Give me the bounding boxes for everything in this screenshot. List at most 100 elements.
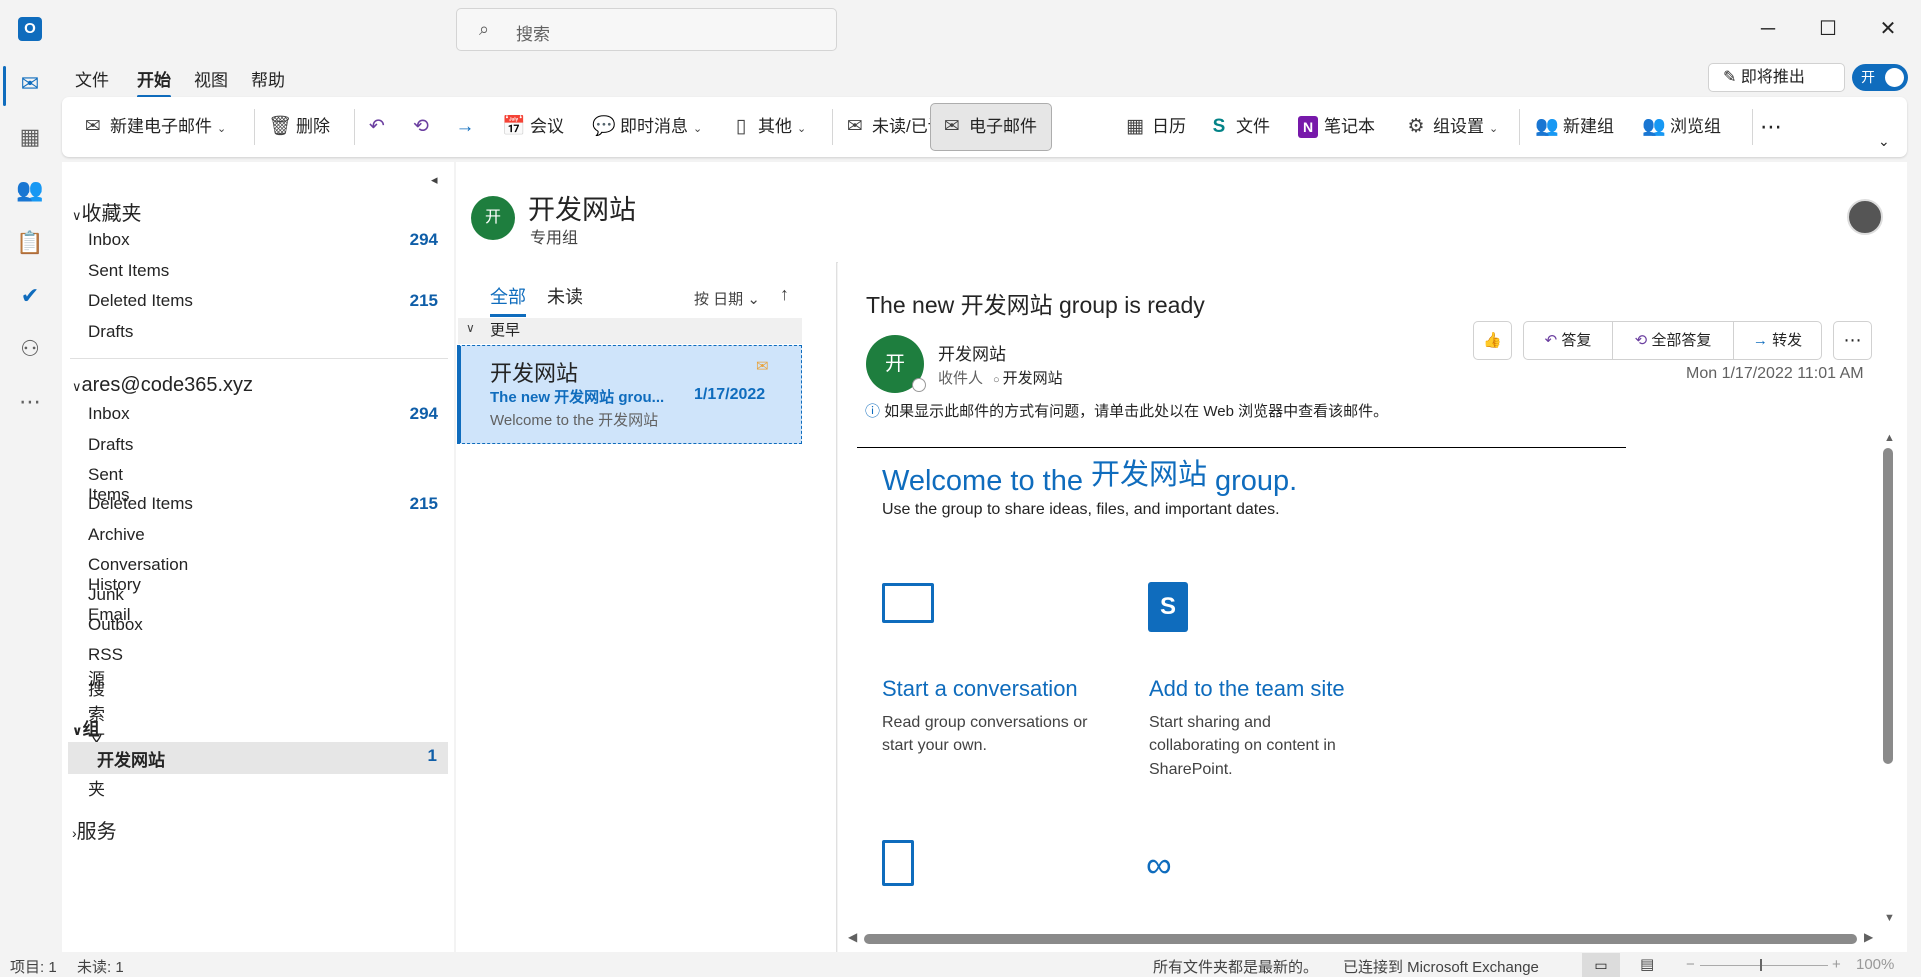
favorites-header[interactable]: ∨收藏夹	[72, 197, 142, 226]
item-count: 项目: 1	[10, 959, 57, 976]
scroll-down-arrow[interactable]: ▼	[1884, 912, 1895, 924]
unread-count: 1	[427, 746, 437, 765]
folder-item[interactable]: Inbox 294	[88, 404, 438, 424]
zoom-slider-thumb[interactable]	[1760, 959, 1762, 971]
menu-tab-help[interactable]: 帮助	[251, 66, 285, 91]
meeting-button[interactable]: 📅 会议	[502, 111, 564, 143]
scroll-right-arrow[interactable]: ▶	[1864, 930, 1873, 944]
sort-dropdown[interactable]: 按 日期 ⌄	[694, 288, 760, 309]
forward-button[interactable]: →	[454, 111, 482, 143]
folder-name: Deleted Items	[88, 494, 193, 513]
menu-tab-file[interactable]: 文件	[75, 66, 109, 91]
email-button[interactable]: ✉ 电子邮件	[930, 103, 1052, 151]
vertical-scrollbar[interactable]	[1883, 448, 1893, 764]
folder-item[interactable]: Drafts	[88, 435, 133, 455]
notebook-button[interactable]: N 笔记本	[1298, 111, 1375, 143]
normal-view-icon[interactable]: ▭	[1582, 953, 1620, 977]
mail-icon[interactable]: ✉	[14, 68, 46, 100]
reply-all-button[interactable]: ⟲	[410, 111, 438, 143]
scroll-left-arrow[interactable]: ◀	[848, 930, 857, 944]
files-button[interactable]: S 文件	[1208, 111, 1270, 143]
im-label: 即时消息	[620, 117, 688, 136]
groups-icon[interactable]: ⚇	[14, 333, 46, 365]
folder-item[interactable]: Sent Items	[88, 261, 438, 281]
people-icon[interactable]: 👥	[14, 174, 46, 206]
folder-name: Drafts	[88, 322, 134, 341]
maximize-button[interactable]: ☐	[1808, 14, 1848, 44]
folder-item[interactable]: Drafts	[88, 322, 438, 342]
notebook-label: 笔记本	[1324, 117, 1375, 136]
folder-name: Drafts	[88, 435, 134, 454]
group-type: 专用组	[530, 230, 579, 247]
add-team-site-link[interactable]: Add to the team site	[1149, 676, 1345, 702]
reply-all-button[interactable]: ⟲ 全部答复	[1612, 321, 1734, 360]
forward-button[interactable]: → 转发	[1733, 321, 1822, 360]
ribbon-divider	[1752, 109, 1753, 145]
new-group-button[interactable]: 👥 新建组	[1535, 111, 1614, 143]
group-item[interactable]: 开发网站 1	[97, 746, 437, 771]
sharepoint-icon: S	[1148, 582, 1188, 632]
groups-header[interactable]: ∨组	[72, 715, 100, 740]
folder-item[interactable]: Deleted Items 215	[88, 291, 438, 311]
reply-button[interactable]: ↶ 答复	[1523, 321, 1613, 360]
search-box[interactable]: ⌕ 搜索	[456, 8, 837, 51]
browse-groups-button[interactable]: 👥 浏览组	[1642, 111, 1721, 143]
more-actions-button[interactable]: ⋯	[1833, 321, 1872, 360]
tasks-icon[interactable]: 📋	[14, 227, 46, 259]
more-apps-icon[interactable]: ⋯	[14, 386, 46, 418]
delete-button[interactable]: 🗑 删除	[268, 111, 330, 143]
coming-soon-button[interactable]: ✎ 即将推出	[1708, 63, 1845, 92]
todo-icon[interactable]: ✔	[14, 280, 46, 312]
services-header[interactable]: ›服务	[72, 815, 117, 844]
folder-item[interactable]: Inbox 294	[88, 230, 438, 250]
sort-direction-icon[interactable]: ↑	[780, 284, 789, 305]
tab-unread[interactable]: 未读	[547, 283, 583, 309]
horizontal-scrollbar[interactable]	[864, 934, 1857, 944]
new-email-button[interactable]: ✉ 新建电子邮件 ⌄	[82, 111, 226, 143]
ribbon-divider	[832, 109, 833, 145]
chevron-down-icon: ∨	[72, 379, 82, 394]
collapse-pane-icon[interactable]: ◂	[431, 172, 438, 188]
tab-all[interactable]: 全部	[490, 283, 526, 317]
groups-title: 组	[82, 720, 100, 739]
menu-tab-view[interactable]: 视图	[194, 66, 228, 91]
folder-item[interactable]: Outbox	[88, 615, 143, 635]
gear-icon: ⚙	[1407, 116, 1425, 137]
to-recipient[interactable]: 开发网站	[1003, 370, 1063, 387]
im-button[interactable]: 💬 即时消息 ⌄	[592, 111, 702, 143]
start-conversation-link[interactable]: Start a conversation	[882, 676, 1078, 702]
reply-button[interactable]: ↶	[366, 111, 394, 143]
date-group-header[interactable]: 更早	[458, 318, 802, 344]
new-mail-icon: ✉	[85, 116, 101, 137]
zoom-in-icon[interactable]: +	[1832, 956, 1841, 973]
calendar-button[interactable]: ▦ 日历	[1124, 111, 1186, 143]
other-button[interactable]: ▯ 其他 ⌄	[730, 111, 806, 143]
reply-all-icon: ⟲	[413, 116, 429, 137]
more-options-icon[interactable]: ⋯	[1760, 111, 1782, 143]
chevron-down-icon: ⌄	[797, 123, 807, 135]
info-bar[interactable]: ⓘ 如果显示此邮件的方式有问题，请单击此处以在 Web 浏览器中查看该邮件。	[865, 400, 1388, 421]
minimize-button[interactable]: ─	[1748, 14, 1788, 44]
scroll-up-arrow[interactable]: ▲	[1884, 432, 1895, 444]
like-button[interactable]: 👍	[1473, 321, 1512, 360]
favorites-title: 收藏夹	[81, 203, 142, 225]
devices-icon: ▯	[735, 116, 747, 137]
close-button[interactable]: ✕	[1868, 14, 1908, 44]
meeting-icon: 📅	[502, 116, 526, 137]
group-settings-button[interactable]: ⚙ 组设置 ⌄	[1405, 111, 1498, 143]
account-header[interactable]: ∨ares@code365.xyz	[72, 374, 253, 397]
user-avatar[interactable]	[1847, 199, 1883, 235]
toggle-knob	[1885, 68, 1904, 87]
zoom-slider[interactable]	[1700, 965, 1828, 966]
reading-view-icon[interactable]: ▤	[1640, 955, 1654, 973]
ribbon-expand-icon[interactable]: ⌄	[1878, 125, 1890, 157]
calendar-icon[interactable]: ▦	[14, 121, 46, 153]
folder-item[interactable]: Deleted Items 215	[88, 494, 438, 514]
folder-item[interactable]: Archive	[88, 525, 145, 545]
info-icon: ⓘ	[865, 403, 885, 420]
sender-name[interactable]: 开发网站	[938, 340, 1006, 365]
unread-count: 294	[409, 230, 438, 249]
zoom-out-icon[interactable]: −	[1686, 956, 1695, 973]
menu-tab-home[interactable]: 开始	[137, 66, 171, 98]
new-outlook-toggle[interactable]: 开	[1852, 64, 1908, 91]
